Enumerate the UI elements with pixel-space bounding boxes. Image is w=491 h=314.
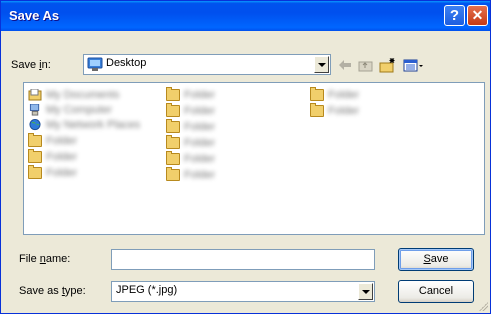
folder-icon [166,151,180,165]
chevron-down-icon[interactable] [358,283,373,300]
save-as-type-dropdown[interactable]: JPEG (*.jpg) [111,281,375,302]
save-in-label-text: Save [11,59,40,71]
save-button-label: ave [430,253,449,265]
folder-icon [166,135,180,149]
desktop-icon [87,57,103,71]
folder-icon [166,167,180,181]
save-as-dialog: Save As ? ✕ Save in: Desktop My Document… [0,0,491,314]
close-button[interactable]: ✕ [467,5,488,26]
back-icon[interactable] [338,57,352,73]
network-places-icon [29,119,41,131]
file-name-label-text: File [19,253,40,265]
folder-icon [28,149,42,163]
list-item-label: Folder [328,89,360,101]
up-folder-icon[interactable] [358,57,374,73]
save-in-label-text-end: n: [41,59,51,71]
list-item-label: Folder [184,105,216,117]
list-item-label: Folder [46,167,78,179]
title-bar[interactable]: Save As ? ✕ [1,1,490,31]
save-as-type-value: JPEG (*.jpg) [116,284,178,296]
my-documents-icon [28,89,42,101]
file-name-label: File name: [19,253,70,265]
list-item-label: Folder [46,151,78,163]
cancel-button[interactable]: Cancel [398,280,474,303]
folder-icon [166,87,180,101]
list-item-label: Folder [184,137,216,149]
file-list[interactable]: My Documents My Computer My Network Plac… [23,82,485,235]
save-as-type-label-text-end: ype: [64,285,86,297]
file-name-input[interactable] [111,249,375,270]
save-as-type-label-text: Save as [19,285,62,297]
save-in-dropdown[interactable]: Desktop [83,54,331,75]
save-in-label: Save in: [11,59,51,71]
folder-icon [166,103,180,117]
list-item-label: Folder [184,153,216,165]
chevron-down-icon[interactable] [314,56,329,73]
view-menu-icon[interactable] [403,57,425,73]
save-button[interactable]: Save [398,248,474,271]
save-in-value: Desktop [106,57,147,69]
list-item-label: Folder [184,89,216,101]
save-button-mnemonic: S [423,253,431,265]
help-button[interactable]: ? [444,5,465,26]
save-as-type-label: Save as type: [19,285,86,297]
list-item-label: Folder [184,121,216,133]
resize-grip[interactable] [478,301,488,311]
file-name-label-text-end: ame: [45,253,71,265]
folder-icon [28,133,42,147]
list-item-label: My Network Places [46,119,141,131]
list-item-label: Folder [46,135,78,147]
list-item-label: Folder [184,169,216,181]
folder-icon [166,119,180,133]
list-item-label: My Documents [46,89,120,101]
folder-icon [28,165,42,179]
dialog-title: Save As [9,8,60,23]
list-item-label: Folder [328,105,360,117]
folder-icon [310,87,324,101]
my-computer-icon [29,104,40,116]
new-folder-icon[interactable] [379,57,397,73]
list-item-label: My Computer [46,104,113,116]
folder-icon [310,103,324,117]
